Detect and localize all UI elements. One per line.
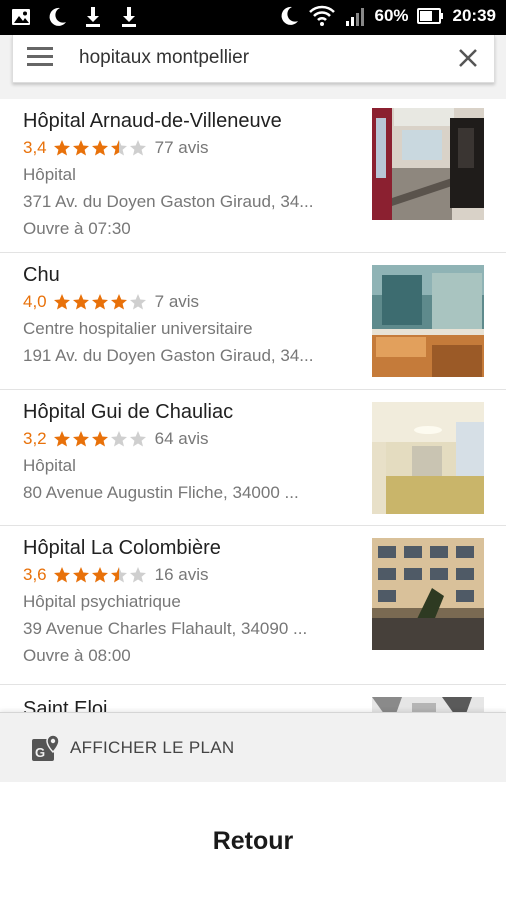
- result-photo: [372, 402, 484, 514]
- image-icon: [12, 9, 30, 25]
- result-item[interactable]: Saint Eloi: [0, 685, 506, 712]
- star-filled-icon: [53, 567, 70, 583]
- download-icon: [122, 7, 136, 27]
- rating-stars: [53, 430, 147, 448]
- star-empty-icon: [129, 431, 146, 447]
- search-area: [0, 35, 506, 99]
- star-filled-icon: [91, 431, 108, 447]
- status-bar: 60% 20:39: [0, 0, 506, 35]
- result-item[interactable]: Chu 4,0 7 avis Centre hospitalier univer…: [0, 253, 506, 390]
- result-name: Hôpital Gui de Chauliac: [23, 401, 234, 423]
- result-category: Hôpital: [23, 165, 76, 184]
- star-empty-icon: [129, 294, 146, 310]
- show-map-label: AFFICHER LE PLAN: [70, 738, 235, 757]
- show-map-button[interactable]: G AFFICHER LE PLAN: [0, 712, 506, 782]
- result-name: Chu: [23, 264, 60, 286]
- review-count: 77 avis: [154, 138, 209, 157]
- star-half-icon: [110, 140, 127, 156]
- review-count: 7 avis: [154, 292, 200, 311]
- results-list: Hôpital Arnaud-de-Villeneuve 3,4 77 avis…: [0, 99, 506, 712]
- rating-value: 3,6: [23, 565, 47, 584]
- result-category: Centre hospitalier universitaire: [23, 319, 253, 338]
- result-address: 191 Av. du Doyen Gaston Giraud, 34...: [23, 346, 314, 365]
- result-hours: Ouvre à 08:00: [23, 646, 131, 665]
- rating-value: 3,4: [23, 138, 47, 157]
- star-empty-icon: [129, 140, 146, 156]
- moon-icon: [282, 6, 299, 25]
- result-name: Hôpital Arnaud-de-Villeneuve: [23, 110, 282, 132]
- wifi-icon: [309, 5, 336, 26]
- star-filled-icon: [53, 294, 70, 310]
- rating-line: 3,2 64 avis: [23, 426, 353, 452]
- result-name: Saint Eloi: [23, 698, 108, 712]
- close-icon[interactable]: [456, 46, 480, 70]
- result-info: Chu 4,0 7 avis Centre hospitalier univer…: [23, 261, 353, 369]
- result-photo: [372, 538, 484, 650]
- search-box: [12, 35, 495, 83]
- result-hours: Ouvre à 07:30: [23, 219, 131, 238]
- result-info: Hôpital Gui de Chauliac 3,2 64 avis Hôpi…: [23, 398, 353, 506]
- star-filled-icon: [72, 567, 89, 583]
- result-item[interactable]: Hôpital Arnaud-de-Villeneuve 3,4 77 avis…: [0, 99, 506, 253]
- result-info: Hôpital Arnaud-de-Villeneuve 3,4 77 avis…: [23, 107, 353, 242]
- star-half-icon: [110, 567, 127, 583]
- moon-icon: [49, 7, 66, 26]
- star-filled-icon: [91, 567, 108, 583]
- status-right: 60% 20:39: [278, 4, 496, 28]
- result-info: Saint Eloi: [23, 695, 353, 712]
- rating-stars: [53, 293, 147, 311]
- star-filled-icon: [53, 431, 70, 447]
- star-empty-icon: [110, 431, 127, 447]
- status-left-icons: [10, 5, 140, 29]
- result-name: Hôpital La Colombière: [23, 537, 221, 559]
- search-input[interactable]: [79, 45, 439, 71]
- rating-value: 3,2: [23, 429, 47, 448]
- rating-line: 3,6 16 avis: [23, 562, 353, 588]
- result-photo: [372, 108, 484, 220]
- review-count: 16 avis: [154, 565, 209, 584]
- result-category: Hôpital psychiatrique: [23, 592, 181, 611]
- star-filled-icon: [72, 431, 89, 447]
- result-address: 80 Avenue Augustin Fliche, 34000 ...: [23, 483, 299, 502]
- star-filled-icon: [53, 140, 70, 156]
- star-filled-icon: [72, 294, 89, 310]
- back-button[interactable]: Retour: [0, 827, 506, 856]
- star-filled-icon: [91, 140, 108, 156]
- battery-icon: [416, 8, 443, 24]
- battery-percent: 60%: [374, 6, 409, 25]
- rating-line: 3,4 77 avis: [23, 135, 353, 161]
- review-count: 64 avis: [154, 429, 209, 448]
- map-pin-icon: G: [32, 734, 60, 761]
- download-icon: [86, 7, 100, 27]
- bottom-area: Retour: [0, 782, 506, 900]
- clock: 20:39: [452, 6, 496, 25]
- result-info: Hôpital La Colombière 3,6 16 avis Hôpita…: [23, 534, 353, 669]
- result-photo: [372, 265, 484, 377]
- result-item[interactable]: Hôpital Gui de Chauliac 3,2 64 avis Hôpi…: [0, 390, 506, 526]
- rating-stars: [53, 139, 147, 157]
- star-filled-icon: [110, 294, 127, 310]
- star-filled-icon: [72, 140, 89, 156]
- signal-icon: [346, 8, 365, 26]
- rating-value: 4,0: [23, 292, 47, 311]
- result-photo: [372, 697, 484, 712]
- result-address: 371 Av. du Doyen Gaston Giraud, 34...: [23, 192, 314, 211]
- svg-text:G: G: [35, 745, 45, 760]
- result-item[interactable]: Hôpital La Colombière 3,6 16 avis Hôpita…: [0, 526, 506, 685]
- result-address: 39 Avenue Charles Flahault, 34090 ...: [23, 619, 308, 638]
- result-category: Hôpital: [23, 456, 76, 475]
- star-filled-icon: [91, 294, 108, 310]
- star-empty-icon: [129, 567, 146, 583]
- menu-icon[interactable]: [27, 47, 53, 69]
- rating-line: 4,0 7 avis: [23, 289, 353, 315]
- rating-stars: [53, 566, 147, 584]
